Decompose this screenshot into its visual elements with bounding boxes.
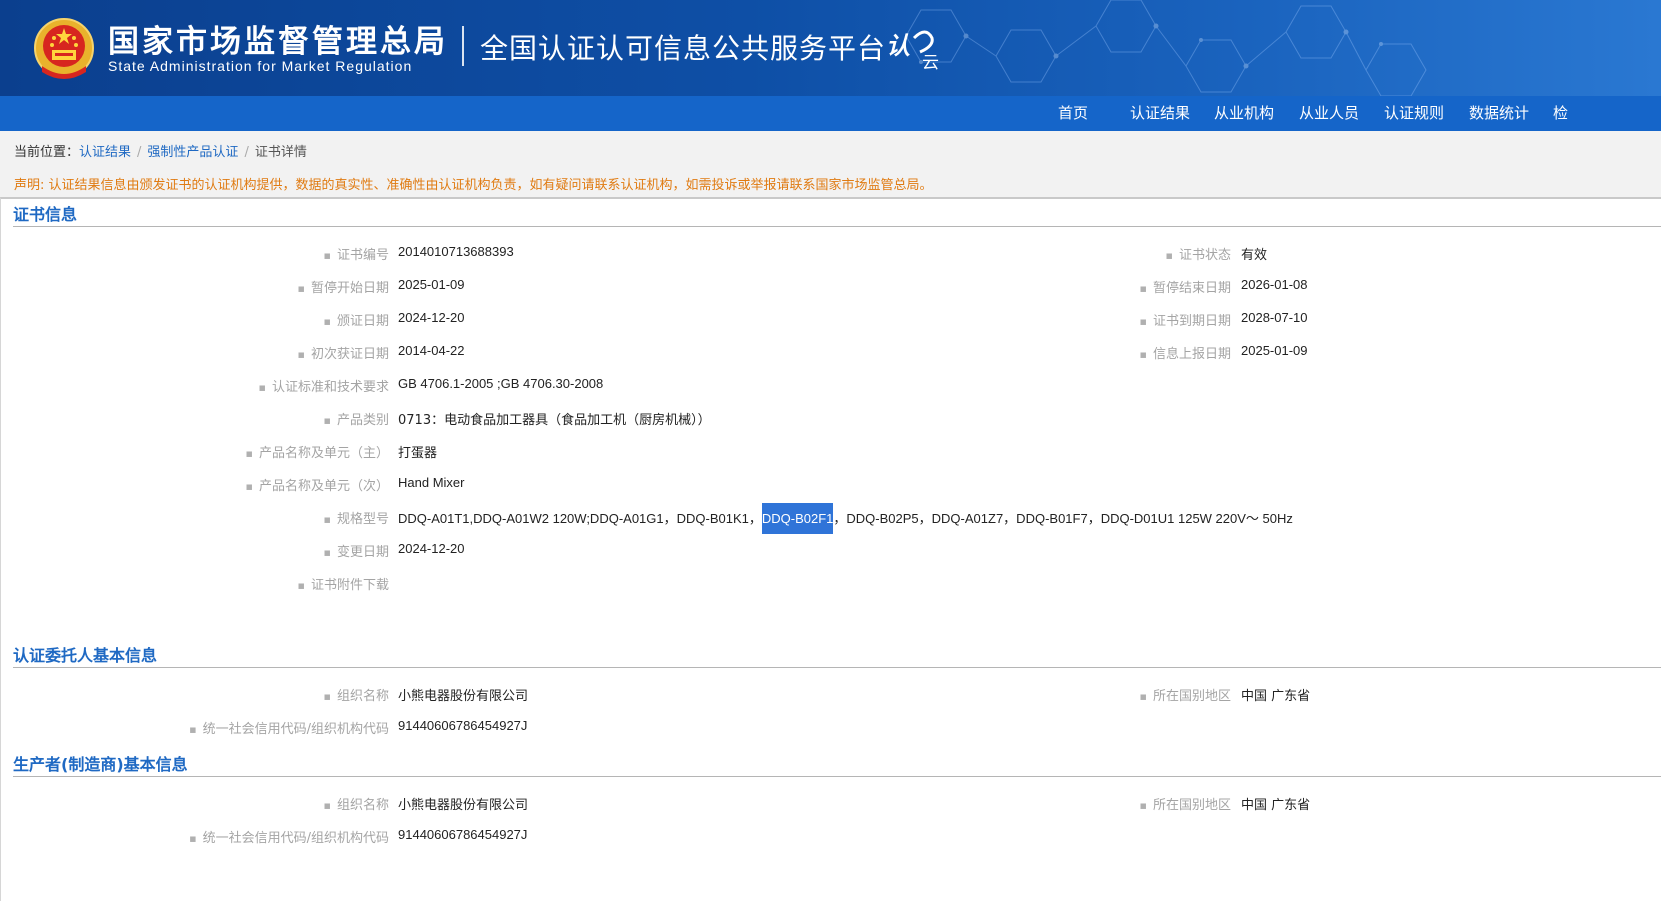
value-product-category: 0713：电动食品加工器具（食品加工机（厨房机械））: [398, 413, 711, 428]
label-client-credit-code: ▪ 统一社会信用代码/组织机构代码: [189, 722, 389, 737]
label-change-date: ▪ 变更日期: [323, 545, 389, 560]
value-client-credit-code: 91440606786454927J: [398, 718, 528, 733]
value-model[interactable]: DDQ-A01T1,DDQ-A01W2 120W;DDQ-A01G1，DDQ-B…: [398, 503, 1293, 534]
value-product-main: 打蛋器: [398, 446, 438, 461]
label-first-cert-date: ▪ 初次获证日期: [297, 347, 389, 362]
value-manufacturer-credit-code: 91440606786454927J: [398, 827, 528, 842]
hexagon-pattern-decoration: [905, 0, 1427, 96]
label-cert-status: ▪ 证书状态: [1165, 248, 1231, 263]
value-report-date: 2025-01-09: [1241, 343, 1308, 358]
value-cert-number: 2014010713688393: [398, 244, 514, 259]
label-suspend-start: ▪ 暂停开始日期: [297, 281, 389, 296]
label-issue-date: ▪ 颁证日期: [323, 314, 389, 329]
main-navigation: 首页 认证结果 从业机构 从业人员 认证规则 数据统计 检: [0, 96, 1661, 131]
label-model: ▪ 规格型号: [323, 512, 389, 527]
value-client-org-name: 小熊电器股份有限公司: [398, 689, 529, 704]
svg-text:云: 云: [922, 53, 939, 72]
section-divider: [13, 226, 1661, 227]
model-text-after: ，DDQ-B02P5，DDQ-A01Z7，DDQ-B01F7，DDQ-D01U1…: [833, 511, 1293, 526]
nav-institutions[interactable]: 从业机构: [1214, 96, 1274, 131]
breadcrumb-link-results[interactable]: 认证结果: [79, 145, 131, 160]
breadcrumb-separator: /: [244, 145, 249, 160]
value-change-date: 2024-12-20: [398, 541, 465, 556]
nav-search-truncated[interactable]: 检: [1553, 96, 1568, 131]
nav-statistics[interactable]: 数据统计: [1469, 96, 1529, 131]
site-banner: 国家市场监督管理总局 State Administration for Mark…: [0, 0, 1661, 96]
breadcrumb-link-ccc[interactable]: 强制性产品认证: [147, 145, 238, 160]
nav-certification-rules[interactable]: 认证规则: [1384, 96, 1444, 131]
value-client-region: 中国 广东省: [1241, 689, 1311, 704]
label-client-region: ▪ 所在国别地区: [1139, 689, 1231, 704]
national-emblem-icon: [34, 18, 94, 79]
breadcrumb-current: 证书详情: [254, 145, 307, 160]
label-client-org-name: ▪ 组织名称: [323, 689, 389, 704]
section-title-manufacturer: 生产者(制造商)基本信息: [13, 755, 188, 774]
section-divider: [13, 667, 1661, 668]
breadcrumb: 当前位置：认证结果 / 强制性产品认证 / 证书详情: [14, 141, 307, 160]
renyun-logo-icon: 认 云: [886, 30, 939, 72]
value-manufacturer-region: 中国 广东省: [1241, 798, 1311, 813]
section-title-client: 认证委托人基本信息: [13, 646, 158, 665]
org-name-chinese: 国家市场监督管理总局: [108, 24, 448, 60]
section-title-certificate: 证书信息: [13, 205, 78, 224]
certificate-detail-panel: 证书信息 ▪ 证书编号 2014010713688393 ▪ 证书状态 有效 ▪ 暂停…: [0, 197, 1661, 901]
value-suspend-start: 2025-01-09: [398, 277, 465, 292]
label-standard: ▪ 认证标准和技术要求: [258, 380, 389, 395]
label-expiry-date: ▪ 证书到期日期: [1139, 314, 1231, 329]
banner-divider: [462, 26, 464, 66]
breadcrumb-separator: /: [137, 145, 142, 160]
label-manufacturer-org-name: ▪ 组织名称: [323, 798, 389, 813]
value-issue-date: 2024-12-20: [398, 310, 465, 325]
nav-home[interactable]: 首页: [1058, 96, 1088, 131]
label-product-category: ▪ 产品类别: [323, 413, 389, 428]
svg-text:认: 认: [886, 32, 910, 60]
label-report-date: ▪ 信息上报日期: [1139, 347, 1231, 362]
value-standard: GB 4706.1-2005 ;GB 4706.30-2008: [398, 376, 604, 391]
value-suspend-end: 2026-01-08: [1241, 277, 1308, 292]
value-product-sub: Hand Mixer: [398, 475, 465, 490]
platform-title: 全国认证认可信息公共服务平台: [480, 32, 887, 65]
label-cert-number: ▪ 证书编号: [323, 248, 389, 263]
disclaimer-notice: 声明: 认证结果信息由颁发证书的认证机构提供，数据的真实性、准确性由认证机构负责…: [14, 178, 933, 193]
label-product-main: ▪ 产品名称及单元（主）: [245, 446, 389, 461]
nav-practitioners[interactable]: 从业人员: [1299, 96, 1359, 131]
model-selected-text[interactable]: DDQ-B02F1: [761, 503, 834, 534]
label-product-sub: ▪ 产品名称及单元（次）: [245, 479, 389, 494]
value-manufacturer-org-name: 小熊电器股份有限公司: [398, 798, 529, 813]
value-cert-status: 有效: [1241, 248, 1268, 263]
value-expiry-date: 2028-07-10: [1241, 310, 1308, 325]
label-manufacturer-region: ▪ 所在国别地区: [1139, 798, 1231, 813]
label-attachment-download: ▪ 证书附件下载: [297, 578, 389, 593]
label-manufacturer-credit-code: ▪ 统一社会信用代码/组织机构代码: [189, 831, 389, 846]
breadcrumb-prefix: 当前位置：: [14, 145, 80, 160]
org-name-english: State Administration for Market Regulati…: [108, 58, 413, 74]
model-text-before: DDQ-A01T1,DDQ-A01W2 120W;DDQ-A01G1，DDQ-B…: [398, 511, 762, 526]
breadcrumb-bar: 当前位置：认证结果 / 强制性产品认证 / 证书详情 声明: 认证结果信息由颁发证书的认…: [0, 131, 1661, 197]
nav-certification-results[interactable]: 认证结果: [1130, 96, 1190, 131]
value-first-cert-date: 2014-04-22: [398, 343, 465, 358]
label-suspend-end: ▪ 暂停结束日期: [1139, 281, 1231, 296]
section-divider: [13, 776, 1661, 777]
